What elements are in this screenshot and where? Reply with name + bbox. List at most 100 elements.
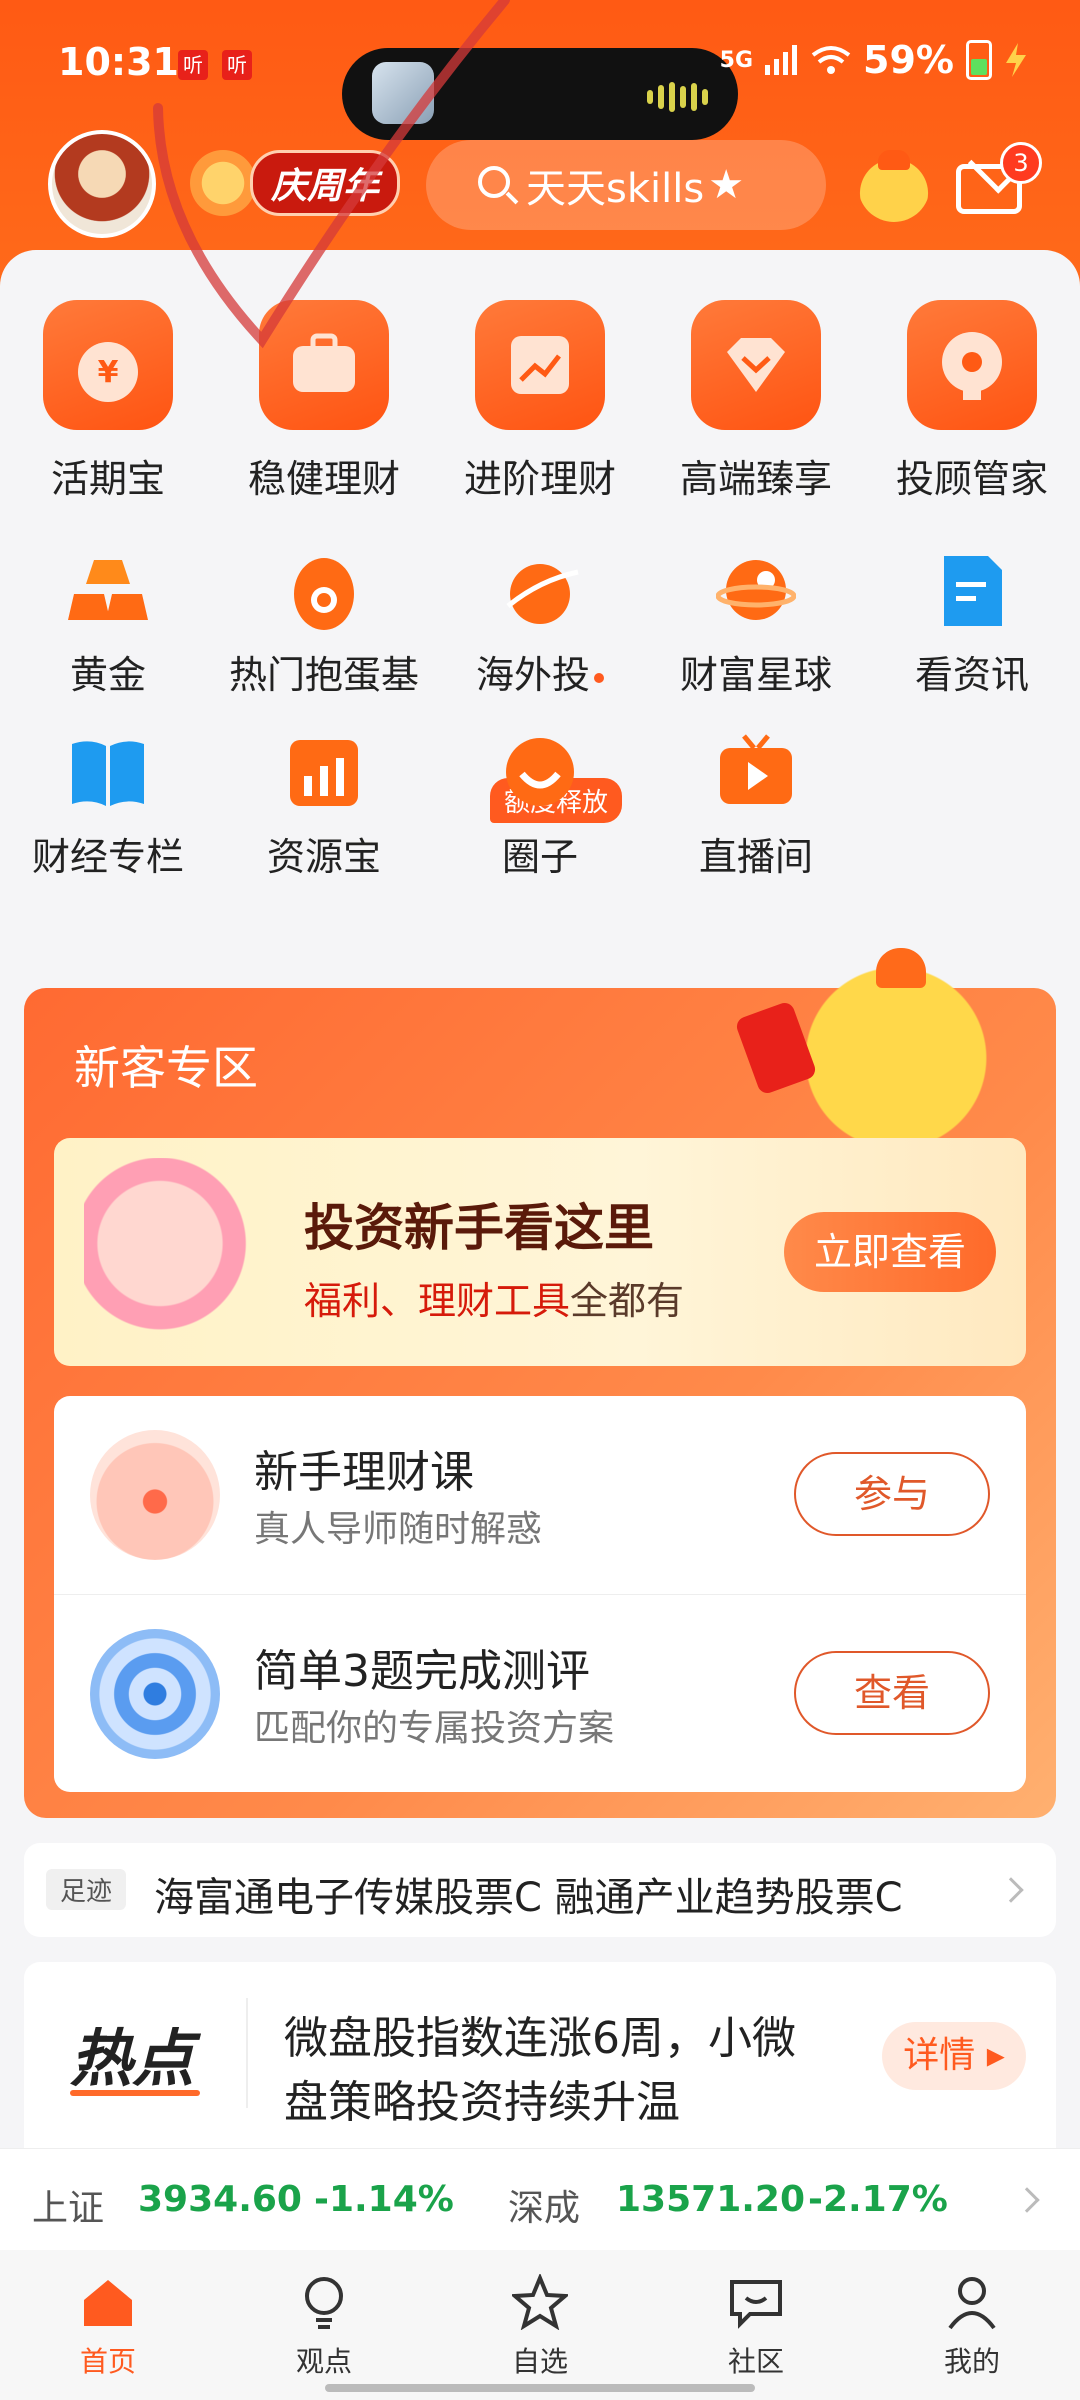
chick-mascot-icon[interactable]	[858, 150, 930, 222]
task-desc: 匹配你的专属投资方案	[254, 1708, 615, 1749]
wifi-icon	[811, 46, 851, 74]
bottom-tab-bar: 首页 观点 自选 社区 我的	[0, 2250, 1080, 2400]
grid-item-label: 圈子	[501, 835, 578, 879]
avatar[interactable]	[48, 130, 156, 238]
task-title: 新手理财课	[254, 1447, 474, 1498]
anniversary-label: 庆周年	[250, 150, 401, 216]
grid-item-column[interactable]: 财经专栏	[0, 732, 216, 881]
bar-chart-icon	[284, 732, 364, 812]
check-button[interactable]: 查看	[794, 1651, 990, 1735]
view-now-button[interactable]: 立即查看	[784, 1212, 996, 1292]
task-title: 简单3题完成测评	[254, 1646, 590, 1697]
cake-icon	[190, 150, 256, 216]
grid-item-egg-fund[interactable]: 热门抱蛋基	[216, 550, 432, 699]
grid-item-gaoduan[interactable]: 高端臻享	[648, 300, 864, 503]
details-label: 详情	[903, 2035, 976, 2076]
tab-label: 首页	[79, 2345, 136, 2378]
grid-item-label: 资源宝	[266, 835, 381, 879]
index-ticker[interactable]: 上证 3934.60 -1.14% 深成 13571.20 -2.17%	[0, 2148, 1080, 2250]
clock: 10:31	[58, 40, 179, 84]
chat-bubble-icon	[728, 2274, 784, 2330]
grid-item-gold[interactable]: 黄金	[0, 550, 216, 699]
battery-icon	[966, 40, 992, 80]
footprint-bar[interactable]: 足迹 海富通电子传媒股票C 融通产业趋势股票C	[24, 1843, 1056, 1937]
grid-item-label: 热门抱蛋基	[228, 653, 419, 697]
grid-item-label: 高端臻享	[679, 457, 832, 501]
details-button[interactable]: 详情 ▸	[882, 2022, 1026, 2090]
tab-viewpoint[interactable]: 观点	[244, 2274, 404, 2380]
hot-news-card[interactable]: 热点 微盘股指数连涨6周，小微 盘策略投资持续升温 详情 ▸	[24, 1962, 1056, 2150]
egg-icon	[284, 550, 364, 630]
news-icon	[932, 550, 1012, 630]
notification-badge: 听	[178, 50, 208, 80]
chevron-right-icon	[998, 1877, 1024, 1903]
grid-item-resource[interactable]: 资源宝	[216, 732, 432, 881]
hot-headline-line1: 微盘股指数连涨6周，小微	[284, 2013, 796, 2064]
live-tv-icon	[716, 732, 796, 812]
status-bar: 10:31 听 听 5G 59%	[0, 30, 1080, 140]
tab-community[interactable]: 社区	[676, 2274, 836, 2380]
grid-item-wenjian[interactable]: 稳健理财	[216, 300, 432, 503]
grid-item-wealth-planet[interactable]: 财富星球	[648, 550, 864, 699]
index-change: -1.14%	[314, 2179, 454, 2220]
grid-item-overseas[interactable]: 海外投	[432, 550, 648, 699]
audio-wave-icon	[647, 82, 708, 112]
grid-item-label: 活期宝	[50, 457, 165, 501]
banner-subtitle-highlight: 福利、理财工具	[304, 1279, 571, 1323]
grid-item-label: 看资讯	[914, 653, 1029, 697]
grid-item-label: 投顾管家	[895, 457, 1048, 501]
grid-item-label: 财富星球	[679, 653, 832, 697]
section-title: 新客专区	[74, 1041, 258, 1095]
battery-percent: 59%	[863, 38, 954, 82]
grid-item-circle[interactable]: 圈子	[432, 732, 648, 881]
lightbulb-icon	[296, 2274, 352, 2330]
index-value: 3934.60	[138, 2179, 302, 2220]
chevron-right-icon	[1014, 2187, 1040, 2213]
star-outline-icon	[509, 2272, 571, 2331]
footprint-tag: 足迹	[46, 1869, 127, 1910]
newcomer-zone: 新客专区 投资新手看这里 福利、理财工具全都有 立即查看 新手理财课 真人导师随…	[24, 948, 1056, 1818]
signal-icon	[765, 45, 798, 75]
notification-badge: 听	[222, 50, 252, 80]
book-icon	[68, 732, 148, 812]
footprint-text: 海富通电子传媒股票C 融通产业趋势股票C	[154, 1875, 903, 1921]
tab-home[interactable]: 首页	[28, 2274, 188, 2380]
grid-item-label: 稳健理财	[247, 457, 400, 501]
banner-title: 投资新手看这里	[304, 1199, 654, 1257]
network-label: 5G	[719, 47, 754, 73]
target-icon	[90, 1629, 220, 1759]
task-row[interactable]: 新手理财课 真人导师随时解惑 参与	[54, 1396, 1026, 1594]
advisor-icon	[907, 300, 1037, 430]
charging-icon	[1006, 43, 1026, 77]
task-row[interactable]: 简单3题完成测评 匹配你的专属投资方案 查看	[54, 1594, 1026, 1792]
grid-item-label: 黄金	[69, 653, 146, 697]
grid-item-live[interactable]: 直播间	[648, 732, 864, 881]
grid-item-tougu[interactable]: 投顾管家	[864, 300, 1080, 503]
tab-profile[interactable]: 我的	[892, 2274, 1052, 2380]
grid-item-jinjie[interactable]: 进阶理财	[432, 300, 648, 503]
grid-item-news[interactable]: 看资讯	[864, 550, 1080, 699]
hot-logo: 热点	[70, 2022, 195, 2095]
planet-icon	[500, 550, 580, 630]
grid-item-huoqibao[interactable]: ¥ 活期宝	[0, 300, 216, 503]
tab-label: 我的	[943, 2345, 1000, 2378]
tab-label: 自选	[511, 2345, 568, 2378]
divider	[246, 1998, 248, 2108]
hot-logo-underline	[70, 2090, 200, 2096]
home-icon	[80, 2274, 136, 2330]
media-thumbnail	[372, 62, 434, 124]
wealth-planet-icon	[715, 550, 797, 630]
index-value: 13571.20	[616, 2179, 806, 2220]
tab-label: 社区	[727, 2345, 784, 2378]
join-button[interactable]: 参与	[794, 1452, 990, 1536]
grid-item-label-text: 海外投	[475, 653, 590, 697]
status-indicators: 5G 59%	[720, 38, 1028, 82]
newbie-banner[interactable]: 投资新手看这里 福利、理财工具全都有 立即查看	[54, 1138, 1026, 1366]
star-icon: ★	[708, 162, 745, 208]
tab-watchlist[interactable]: 自选	[460, 2272, 620, 2380]
search-bar[interactable]: 天天skills ★	[426, 140, 826, 230]
search-icon	[478, 166, 510, 198]
home-indicator	[325, 2384, 755, 2392]
anniversary-badge[interactable]: 庆周年	[190, 148, 410, 218]
index-name: 深成	[508, 2188, 581, 2229]
